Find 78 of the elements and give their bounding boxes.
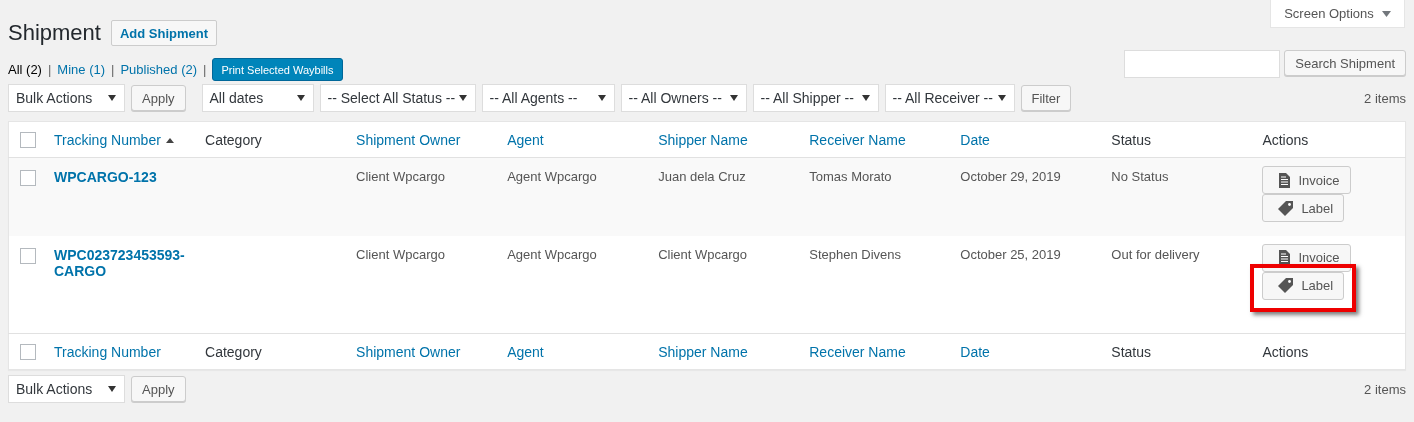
checkbox[interactable] xyxy=(20,343,36,360)
table-cell: October 25, 2019 xyxy=(960,246,1061,262)
caret-icon xyxy=(458,95,467,101)
column-header: Category xyxy=(205,343,262,360)
column-header: Status xyxy=(1111,343,1152,360)
column-header-link[interactable]: Agent xyxy=(507,131,544,148)
dropdown[interactable]: -- All Shipper -- xyxy=(752,84,879,112)
checkbox[interactable] xyxy=(20,170,36,186)
apply-button[interactable]: Apply xyxy=(131,85,186,111)
dropdown[interactable]: -- All Receiver -- xyxy=(884,84,1015,112)
item-count: 2 items xyxy=(1364,90,1406,106)
column-header: Actions xyxy=(1262,131,1309,148)
checkbox[interactable] xyxy=(20,131,36,148)
column-header-link[interactable]: Receiver Name xyxy=(809,343,906,360)
caret-icon xyxy=(729,95,738,101)
column-header-link[interactable]: Agent xyxy=(507,343,544,360)
view-link[interactable]: All (2) xyxy=(8,62,42,77)
separator: | xyxy=(203,62,207,77)
dropdown[interactable]: Bulk Actions xyxy=(8,375,125,403)
column-header: Category xyxy=(205,131,262,148)
column-header-link[interactable]: Shipment Owner xyxy=(356,343,461,360)
tag-icon xyxy=(1278,278,1294,293)
search-field[interactable] xyxy=(1124,50,1281,78)
table-cell: Tomas Morato xyxy=(809,169,892,184)
caret-icon xyxy=(296,95,305,101)
separator: | xyxy=(47,62,52,77)
view-link[interactable]: Mine (1) xyxy=(57,62,106,77)
document-icon xyxy=(1278,172,1291,188)
table-cell: Out for delivery xyxy=(1111,246,1200,262)
caret-icon xyxy=(108,386,116,392)
search-button[interactable]: Search Shipment xyxy=(1284,50,1406,76)
separator: | xyxy=(111,62,115,77)
column-header-link[interactable]: Date xyxy=(960,131,990,148)
shipment-id-link[interactable]: WPCARGO-123 xyxy=(54,169,189,185)
dropdown[interactable]: Bulk Actions xyxy=(8,84,125,112)
dropdown[interactable]: All dates xyxy=(201,84,314,112)
checkbox[interactable] xyxy=(20,247,36,264)
dropdown[interactable]: -- All Agents -- xyxy=(481,84,615,112)
view-link[interactable]: Published (2) xyxy=(120,62,198,77)
print-waybills-button[interactable]: Print Selected Waybills xyxy=(212,58,343,81)
dropdown[interactable]: -- Select All Status -- xyxy=(319,84,476,112)
item-count: 2 items xyxy=(1364,381,1406,397)
add-shipment-button[interactable]: Add Shipment xyxy=(110,20,218,46)
table-cell: No Status xyxy=(1111,169,1169,184)
page-title: Shipment xyxy=(8,20,101,46)
table-cell: Client Wpcargo xyxy=(356,246,445,262)
column-header: Status xyxy=(1111,131,1152,148)
sort-up-icon xyxy=(165,138,174,144)
table-cell: Agent Wpcargo xyxy=(507,169,597,184)
table-cell: Client Wpcargo xyxy=(658,246,748,262)
table-cell: Stephen Divens xyxy=(809,246,901,262)
table-cell: Agent Wpcargo xyxy=(507,246,597,262)
table-cell: October 29, 2019 xyxy=(960,169,1061,184)
column-header-link[interactable]: Receiver Name xyxy=(809,131,906,148)
document-icon xyxy=(1278,250,1291,265)
filter-button[interactable]: Filter xyxy=(1020,85,1072,111)
apply-button[interactable]: Apply xyxy=(131,376,186,402)
column-header-link[interactable]: Date xyxy=(960,343,990,360)
shipment-id-link[interactable]: WPC023723453593-CARGO xyxy=(54,246,189,279)
dropdown[interactable]: -- All Owners -- xyxy=(620,84,747,112)
table-cell: Juan dela Cruz xyxy=(658,169,746,184)
column-header-link[interactable]: Shipper Name xyxy=(658,131,748,148)
invoice-button[interactable]: Invoice xyxy=(1262,166,1351,194)
caret-icon xyxy=(861,95,870,101)
column-header-link[interactable]: Shipment Owner xyxy=(356,131,461,148)
tag-icon xyxy=(1278,200,1294,216)
caret-down-icon xyxy=(1381,10,1391,17)
column-header-link[interactable]: Tracking Number xyxy=(54,131,174,148)
table-cell: Client Wpcargo xyxy=(356,169,445,184)
column-header-link[interactable]: Tracking Number xyxy=(54,343,161,360)
caret-icon xyxy=(108,95,116,101)
screen-options-button[interactable]: Screen Options xyxy=(1270,0,1405,28)
column-header: Actions xyxy=(1262,343,1309,360)
label-button[interactable]: Label xyxy=(1262,271,1345,300)
label-button[interactable]: Label xyxy=(1262,194,1345,222)
caret-icon xyxy=(597,95,606,101)
column-header-link[interactable]: Shipper Name xyxy=(658,343,748,360)
caret-icon xyxy=(997,95,1006,101)
